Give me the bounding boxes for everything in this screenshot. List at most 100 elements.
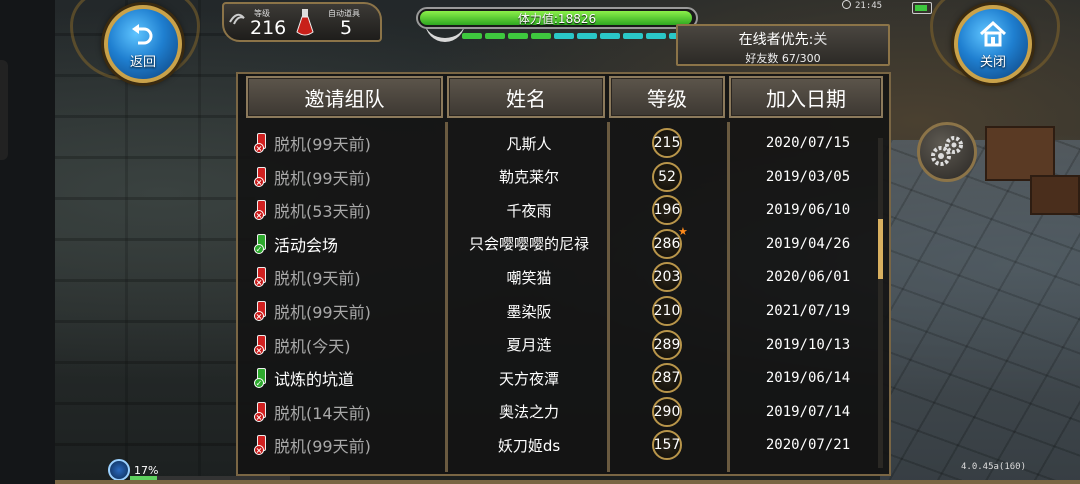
friend-level: 290: [652, 396, 682, 427]
star-icon: ★: [678, 224, 688, 238]
friend-level: 289: [652, 329, 682, 360]
join-date: 2020/07/15: [765, 135, 851, 151]
header-level[interactable]: 等级: [609, 76, 725, 118]
close-button[interactable]: 关闭: [954, 5, 1032, 83]
join-date: 2019/04/26: [765, 235, 851, 252]
friend-level: 196: [652, 195, 682, 226]
swirl-icon: [229, 13, 245, 25]
clock-time: 21:45: [855, 1, 883, 11]
online-phone-icon: ✓: [254, 233, 272, 254]
friend-level: 210: [652, 296, 682, 326]
stamina-segment: [600, 33, 620, 39]
offline-phone-icon: ×: [254, 435, 272, 456]
offline-phone-icon: ×: [254, 301, 272, 321]
player-stats: 等级 216 自动道具 5: [222, 2, 382, 42]
offline-phone-icon: ×: [254, 200, 272, 221]
back-button[interactable]: 返回: [104, 5, 182, 83]
stamina-segment: [554, 33, 574, 39]
friend-level: 157: [652, 430, 682, 461]
wooden-crate: [1030, 175, 1080, 215]
status-cell: × 脱机(今天): [254, 333, 351, 357]
status-cell: × 脱机(99天前): [254, 433, 371, 457]
table-row[interactable]: × 脱机(99天前) 墨染阪 210 2021/07/19: [246, 294, 883, 328]
offline-phone-icon: ×: [254, 133, 272, 153]
online-priority-value[interactable]: 关: [813, 32, 827, 48]
friend-name: 千夜雨: [506, 201, 552, 220]
player-level: 216: [250, 17, 287, 39]
friend-name: 妖刀姬ds: [497, 436, 561, 455]
table-row[interactable]: × 脱机(14天前) 奥法之力 290 2019/07/14: [246, 395, 883, 429]
header-name[interactable]: 姓名: [447, 76, 605, 118]
offline-phone-icon: ×: [254, 401, 272, 422]
download-icon: [108, 459, 130, 481]
table-header: 邀请组队 姓名 等级 加入日期: [246, 76, 883, 118]
stamina-segment: [646, 33, 666, 39]
friend-name: 墨染阪: [506, 302, 552, 321]
table-row[interactable]: × 脱机(99天前) 妖刀姬ds 157 2020/07/21: [246, 428, 883, 462]
wooden-crate: [985, 126, 1055, 181]
join-date: 2019/06/10: [765, 202, 851, 219]
stamina-segment: [485, 33, 505, 39]
friend-level: 203: [652, 262, 682, 293]
friends-list[interactable]: × 脱机(99天前) 凡斯人 215 2020/07/15 × 脱机(99天前)…: [246, 122, 883, 472]
table-row[interactable]: × 脱机(53天前) 千夜雨 196 2019/06/10: [246, 193, 883, 227]
stamina-segment: [577, 33, 597, 39]
stamina-segment: [531, 33, 551, 39]
stamina-segment: [462, 33, 482, 39]
table-row[interactable]: × 脱机(99天前) 凡斯人 215 2020/07/15: [246, 126, 883, 160]
status-text: 脱机(9天前): [274, 269, 361, 289]
offline-phone-icon: ×: [254, 166, 272, 187]
table-row[interactable]: ✓ 活动会场 只会嘤嘤嘤的尼禄 286 ★ 2019/04/26: [246, 224, 883, 261]
back-label: 返回: [129, 54, 156, 70]
table-row[interactable]: × 脱机(今天) 夏月涟 289 2019/10/13: [246, 328, 883, 362]
join-date: 2020/07/21: [765, 437, 851, 454]
join-date: 2019/06/14: [765, 370, 851, 387]
status-cell: × 脱机(99天前): [254, 131, 371, 155]
auto-item-count: 5: [340, 17, 353, 39]
offline-phone-icon: ×: [254, 334, 272, 355]
scrollbar[interactable]: [878, 138, 883, 468]
home-icon: [979, 20, 1007, 46]
friend-level: 215: [652, 128, 682, 158]
status-text: 试炼的坑道: [274, 370, 355, 390]
status-text: 脱机(99天前): [274, 168, 371, 188]
friend-name: 嘲笑猫: [506, 268, 552, 287]
status-cell: ✓ 活动会场: [254, 232, 338, 256]
join-date: 2019/10/13: [765, 336, 851, 353]
status-cell: × 脱机(9天前): [254, 265, 361, 289]
table-row[interactable]: ✓ 试炼的坑道 天方夜潭 287 2019/06/14: [246, 361, 883, 395]
friend-name: 夏月涟: [506, 336, 552, 355]
stamina-segment: [508, 33, 528, 39]
bottom-border: [55, 480, 1080, 484]
header-join-date[interactable]: 加入日期: [729, 76, 883, 118]
scrollbar-thumb[interactable]: [878, 219, 883, 279]
device-notch: [0, 60, 8, 160]
device-edge: [0, 0, 55, 484]
status-text: 活动会场: [274, 235, 339, 255]
status-text: 脱机(53天前): [274, 202, 371, 222]
friend-name: 勒克莱尔: [498, 168, 559, 187]
version-label: 4.0.45a(160): [961, 462, 1027, 472]
online-priority-box[interactable]: 在线者优先:关 好友数 67/300: [676, 24, 890, 66]
friend-name: 天方夜潭: [498, 369, 559, 388]
status-cell: × 脱机(99天前): [254, 299, 371, 323]
offline-phone-icon: ×: [254, 267, 272, 288]
join-date: 2019/07/14: [765, 403, 851, 420]
return-arrow-icon: [132, 23, 153, 44]
friend-level: 52: [652, 161, 682, 192]
friend-name: 凡斯人: [506, 134, 552, 153]
progress-text: 17%: [134, 463, 159, 477]
stamina-segment: [623, 33, 643, 39]
header-invite[interactable]: 邀请组队: [246, 76, 443, 118]
friend-name: 只会嘤嘤嘤的尼禄: [468, 235, 589, 254]
table-row[interactable]: × 脱机(9天前) 嘲笑猫 203 2020/06/01: [246, 260, 883, 294]
stamina-segments: [462, 33, 689, 39]
status-cell: × 脱机(53天前): [254, 198, 371, 222]
online-phone-icon: ✓: [254, 368, 272, 389]
friends-count: 好友数 67/300: [745, 52, 821, 65]
stamina-bar: 体力值:18826: [416, 7, 698, 29]
table-row[interactable]: × 脱机(99天前) 勒克莱尔 52 2019/03/05: [246, 160, 883, 194]
clock-icon: [842, 0, 851, 9]
status-cell: × 脱机(99天前): [254, 165, 371, 189]
settings-button[interactable]: [917, 122, 977, 182]
